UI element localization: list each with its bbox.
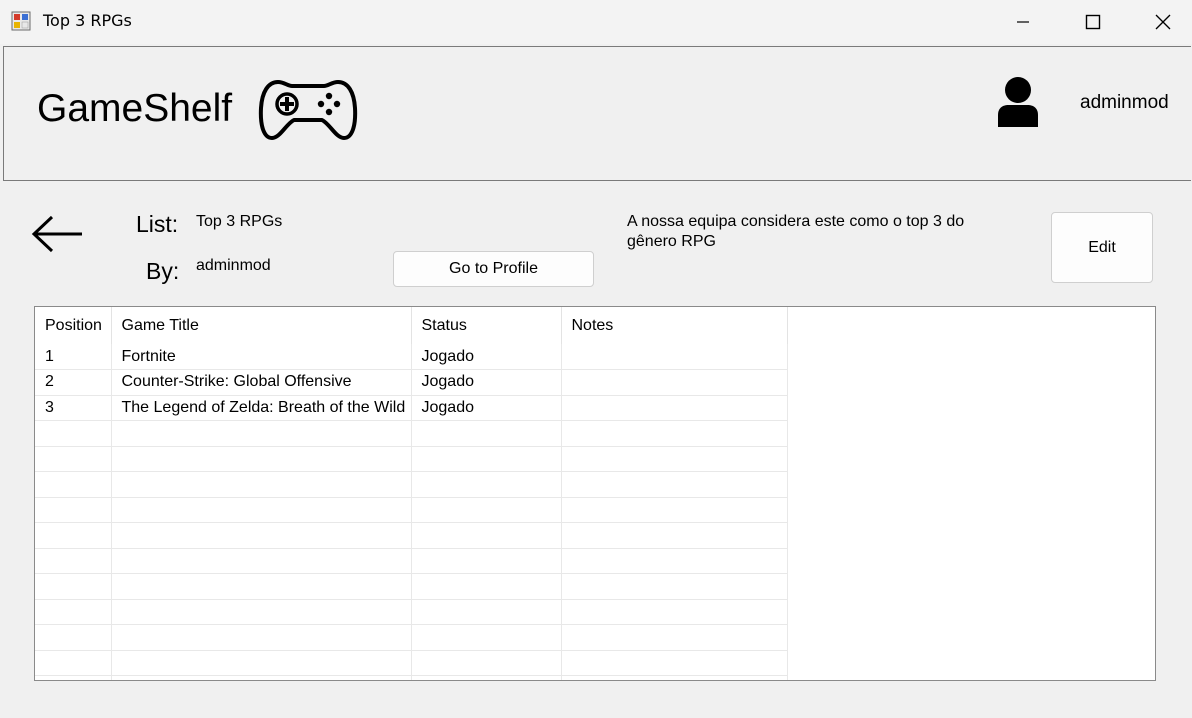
- empty-row: [35, 675, 788, 680]
- author-name: adminmod: [196, 257, 271, 274]
- empty-cell: [561, 446, 788, 472]
- empty-cell: [411, 599, 562, 625]
- empty-cell: [411, 420, 562, 447]
- empty-cell: [561, 522, 788, 549]
- empty-cell: [411, 624, 562, 651]
- cell-status[interactable]: Jogado: [411, 344, 562, 370]
- title-bar: Top 3 RPGs: [0, 0, 1192, 44]
- empty-cell: [111, 573, 412, 600]
- empty-cell: [111, 650, 412, 676]
- empty-cell: [561, 675, 788, 680]
- empty-cell: [35, 497, 112, 523]
- maximize-icon: [1085, 14, 1101, 30]
- empty-row: [35, 624, 788, 651]
- cell-notes[interactable]: [561, 344, 788, 370]
- empty-cell: [111, 624, 412, 651]
- cell-status[interactable]: Jogado: [411, 395, 562, 421]
- empty-cell: [35, 624, 112, 651]
- close-icon: [1155, 14, 1171, 30]
- empty-cell: [561, 624, 788, 651]
- gamepad-icon: [258, 80, 358, 140]
- empty-cell: [35, 522, 112, 549]
- table-row[interactable]: 1 Fortnite Jogado: [35, 344, 788, 370]
- empty-cell: [561, 599, 788, 625]
- empty-cell: [411, 548, 562, 574]
- minimize-icon: [1017, 21, 1029, 23]
- column-header-position[interactable]: Position: [35, 307, 112, 344]
- empty-cell: [35, 573, 112, 600]
- empty-cell: [411, 650, 562, 676]
- empty-cell: [35, 650, 112, 676]
- empty-row: [35, 471, 788, 498]
- empty-cell: [561, 471, 788, 498]
- empty-cell: [111, 446, 412, 472]
- empty-cell: [411, 446, 562, 472]
- empty-cell: [35, 548, 112, 574]
- app-icon: [11, 11, 31, 31]
- empty-cell: [561, 573, 788, 600]
- arrow-left-icon[interactable]: [30, 212, 86, 256]
- table-header-row: Position Game Title Status Notes: [35, 307, 788, 344]
- empty-row: [35, 599, 788, 625]
- empty-cell: [111, 420, 412, 447]
- maximize-button[interactable]: [1058, 0, 1128, 44]
- list-description: A nossa equipa considera este como o top…: [627, 213, 965, 250]
- user-icon: [998, 77, 1038, 127]
- empty-cell: [35, 599, 112, 625]
- empty-cell: [111, 548, 412, 574]
- empty-cell: [411, 522, 562, 549]
- empty-cell: [111, 471, 412, 498]
- empty-cell: [35, 446, 112, 472]
- empty-cell: [561, 548, 788, 574]
- empty-cell: [111, 675, 412, 680]
- by-label: By:: [146, 258, 180, 284]
- cell-game-title[interactable]: Counter-Strike: Global Offensive: [111, 369, 412, 396]
- table-row[interactable]: 2 Counter-Strike: Global Offensive Jogad…: [35, 369, 788, 396]
- empty-row: [35, 548, 788, 574]
- header-username: adminmod: [1080, 92, 1169, 113]
- cell-position[interactable]: 2: [35, 369, 112, 396]
- minimize-button[interactable]: [988, 0, 1058, 44]
- cell-status[interactable]: Jogado: [411, 369, 562, 396]
- header-panel: GameShelf adminmod: [3, 46, 1191, 181]
- empty-cell: [411, 573, 562, 600]
- empty-cell: [411, 497, 562, 523]
- games-table[interactable]: Position Game Title Status Notes 1 Fortn…: [34, 306, 1156, 681]
- column-header-notes[interactable]: Notes: [561, 307, 788, 344]
- cell-game-title[interactable]: Fortnite: [111, 344, 412, 370]
- empty-row: [35, 573, 788, 600]
- empty-cell: [35, 675, 112, 680]
- close-button[interactable]: [1128, 0, 1192, 44]
- edit-button[interactable]: Edit: [1051, 212, 1153, 283]
- column-header-status[interactable]: Status: [411, 307, 562, 344]
- go-to-profile-button[interactable]: Go to Profile: [393, 251, 594, 287]
- empty-row: [35, 650, 788, 676]
- cell-notes[interactable]: [561, 395, 788, 421]
- empty-cell: [411, 471, 562, 498]
- empty-cell: [561, 497, 788, 523]
- list-label: List:: [136, 211, 179, 237]
- cell-notes[interactable]: [561, 369, 788, 396]
- cell-position[interactable]: 3: [35, 395, 112, 421]
- cell-position[interactable]: 1: [35, 344, 112, 370]
- empty-cell: [35, 420, 112, 447]
- empty-cell: [111, 497, 412, 523]
- empty-cell: [35, 471, 112, 498]
- table-row[interactable]: 3 The Legend of Zelda: Breath of the Wil…: [35, 395, 788, 421]
- empty-row: [35, 446, 788, 472]
- empty-cell: [561, 650, 788, 676]
- empty-cell: [111, 599, 412, 625]
- cell-game-title[interactable]: The Legend of Zelda: Breath of the Wild: [111, 395, 412, 421]
- list-name: Top 3 RPGs: [196, 213, 283, 230]
- window-title: Top 3 RPGs: [43, 11, 132, 30]
- column-header-game-title[interactable]: Game Title: [111, 307, 412, 344]
- brand-title: GameShelf: [37, 87, 233, 130]
- empty-row: [35, 420, 788, 447]
- empty-cell: [561, 420, 788, 447]
- empty-cell: [411, 675, 562, 680]
- empty-row: [35, 497, 788, 523]
- empty-row: [35, 522, 788, 549]
- empty-cell: [111, 522, 412, 549]
